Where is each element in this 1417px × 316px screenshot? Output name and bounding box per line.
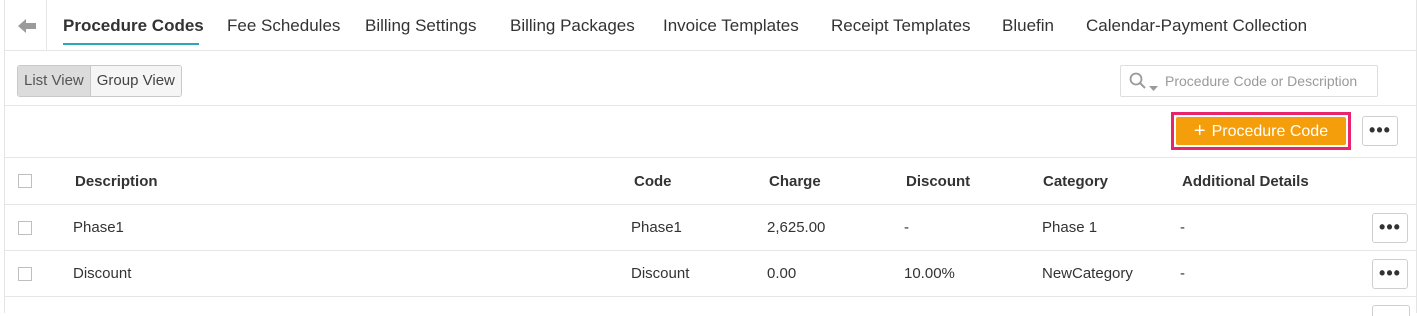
column-header-code[interactable]: Code bbox=[634, 173, 672, 190]
plus-icon: + bbox=[1193, 120, 1206, 142]
column-header-charge[interactable]: Charge bbox=[769, 173, 821, 190]
cell-additional-details: - bbox=[1180, 219, 1185, 236]
more-options-button[interactable]: ••• bbox=[1362, 116, 1398, 146]
cell-additional-details: - bbox=[1180, 265, 1185, 282]
cell-description: Phase1 bbox=[73, 219, 124, 236]
tab-invoice-templates[interactable]: Invoice Templates bbox=[663, 16, 799, 36]
active-tab-indicator bbox=[63, 43, 199, 45]
cell-charge: 0.00 bbox=[767, 265, 797, 282]
table-row-partial bbox=[5, 297, 1416, 316]
divider bbox=[46, 0, 47, 50]
row-more-options-button[interactable]: ••• bbox=[1372, 259, 1408, 289]
cell-charge: 2,625.00 bbox=[767, 219, 826, 236]
column-header-discount[interactable]: Discount bbox=[906, 173, 970, 190]
add-procedure-code-label: Procedure Code bbox=[1211, 123, 1329, 140]
cell-category: Phase 1 bbox=[1042, 219, 1098, 236]
ellipsis-icon: ••• bbox=[1369, 120, 1391, 140]
tab-calendar-payment-collection[interactable]: Calendar-Payment Collection bbox=[1086, 16, 1307, 36]
group-view-button[interactable]: Group View bbox=[90, 66, 181, 96]
chevron-down-icon[interactable] bbox=[1149, 79, 1158, 97]
view-toolbar: List View Group View bbox=[5, 51, 1416, 106]
tab-billing-packages[interactable]: Billing Packages bbox=[510, 16, 635, 36]
column-header-additional-details[interactable]: Additional Details bbox=[1182, 173, 1309, 190]
column-header-description[interactable]: Description bbox=[75, 173, 158, 190]
cell-code: Discount bbox=[631, 265, 690, 282]
table-header: Description Code Charge Discount Categor… bbox=[5, 158, 1416, 205]
row-checkbox[interactable] bbox=[18, 267, 32, 281]
cell-category: NewCategory bbox=[1042, 265, 1133, 282]
row-checkbox[interactable] bbox=[18, 221, 32, 235]
search-box[interactable] bbox=[1120, 65, 1378, 97]
back-arrow-icon[interactable] bbox=[15, 14, 39, 38]
search-icon[interactable] bbox=[1129, 72, 1147, 95]
cell-code: Phase1 bbox=[631, 219, 682, 236]
row-more-options-button[interactable] bbox=[1372, 305, 1410, 316]
cell-discount: - bbox=[904, 219, 909, 236]
billing-settings-panel: Procedure Codes Fee Schedules Billing Se… bbox=[4, 0, 1417, 316]
tab-procedure-codes[interactable]: Procedure Codes bbox=[63, 16, 204, 36]
ellipsis-icon: ••• bbox=[1379, 217, 1401, 237]
action-toolbar: + Procedure Code ••• bbox=[5, 106, 1416, 158]
tab-fee-schedules[interactable]: Fee Schedules bbox=[227, 16, 340, 36]
add-procedure-code-button[interactable]: + Procedure Code bbox=[1176, 117, 1346, 145]
tab-bluefin[interactable]: Bluefin bbox=[1002, 16, 1054, 36]
column-header-category[interactable]: Category bbox=[1043, 173, 1108, 190]
row-more-options-button[interactable]: ••• bbox=[1372, 213, 1408, 243]
view-toggle: List View Group View bbox=[17, 65, 182, 97]
cell-discount: 10.00% bbox=[904, 265, 955, 282]
search-input[interactable] bbox=[1165, 66, 1370, 96]
ellipsis-icon: ••• bbox=[1379, 263, 1401, 283]
cell-description: Discount bbox=[73, 265, 132, 282]
tab-receipt-templates[interactable]: Receipt Templates bbox=[831, 16, 971, 36]
tab-bar: Procedure Codes Fee Schedules Billing Se… bbox=[5, 0, 1416, 51]
select-all-checkbox[interactable] bbox=[18, 174, 32, 188]
list-view-button[interactable]: List View bbox=[18, 66, 91, 96]
tab-billing-settings[interactable]: Billing Settings bbox=[365, 16, 477, 36]
table-row[interactable]: Discount Discount 0.00 10.00% NewCategor… bbox=[5, 251, 1416, 297]
table-row[interactable]: Phase1 Phase1 2,625.00 - Phase 1 - ••• bbox=[5, 205, 1416, 251]
